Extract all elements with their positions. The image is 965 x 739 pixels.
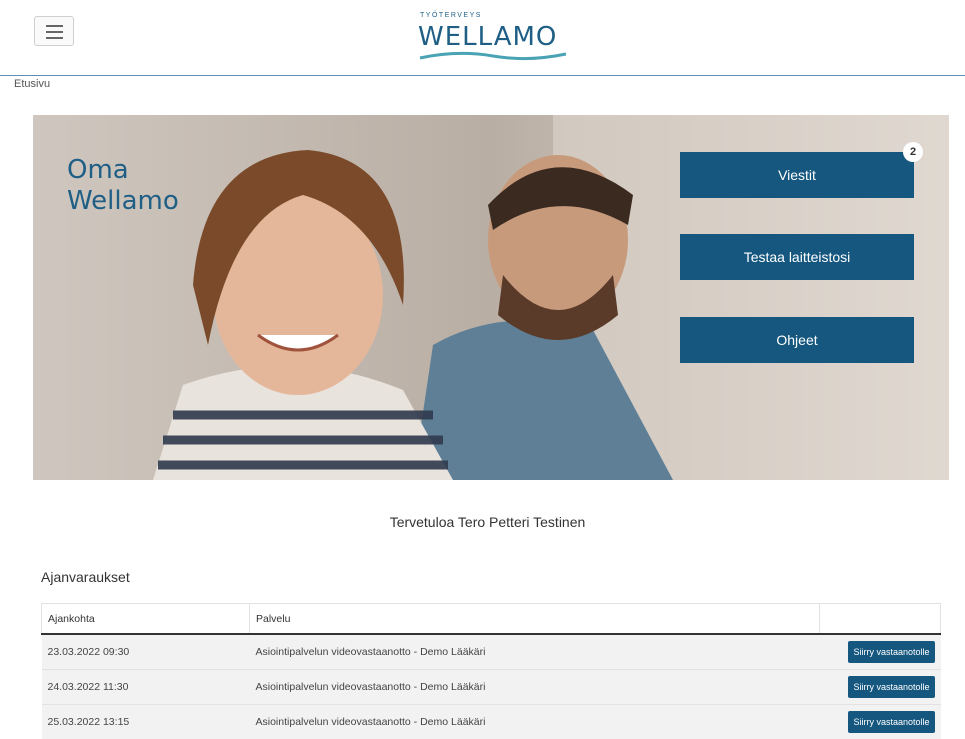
appointment-action-cell: Siirry vastaanotolle: [820, 705, 941, 739]
appointment-action-cell: Siirry vastaanotolle: [820, 670, 941, 705]
appointments-title: Ajanvaraukset: [41, 569, 130, 585]
table-row: 23.03.2022 09:30 Asiointipalvelun videov…: [42, 634, 941, 670]
table-header-row: Ajankohta Palvelu: [42, 604, 941, 635]
column-header-service: Palvelu: [250, 604, 820, 635]
hamburger-line: [46, 31, 63, 33]
messages-count-badge: 2: [903, 142, 923, 162]
hamburger-line: [46, 25, 63, 27]
instructions-button-label: Ohjeet: [776, 332, 817, 348]
appointments-table: Ajankohta Palvelu 23.03.2022 09:30 Asioi…: [41, 603, 941, 739]
hero-title: Oma Wellamo: [67, 155, 179, 217]
appointment-service: Asiointipalvelun videovastaanotto - Demo…: [250, 705, 820, 739]
join-appointment-button[interactable]: Siirry vastaanotolle: [848, 641, 934, 663]
table-row: 24.03.2022 11:30 Asiointipalvelun videov…: [42, 670, 941, 705]
join-appointment-button[interactable]: Siirry vastaanotolle: [848, 676, 934, 698]
welcome-text: Tervetuloa Tero Petteri Testinen: [0, 514, 965, 530]
site-header: TYÖTERVEYS WELLAMO: [0, 0, 965, 76]
breadcrumb[interactable]: Etusivu: [14, 78, 50, 90]
test-equipment-button[interactable]: Testaa laitteistosi: [680, 234, 914, 280]
table-row: 25.03.2022 13:15 Asiointipalvelun videov…: [42, 705, 941, 739]
appointment-action-cell: Siirry vastaanotolle: [820, 634, 941, 670]
hero-title-line: Wellamo: [67, 186, 179, 217]
messages-button-label: Viestit: [778, 167, 816, 183]
appointment-service: Asiointipalvelun videovastaanotto - Demo…: [250, 670, 820, 705]
appointment-time: 23.03.2022 09:30: [42, 634, 250, 670]
hamburger-line: [46, 37, 63, 39]
appointment-time: 24.03.2022 11:30: [42, 670, 250, 705]
hero-banner: Oma Wellamo Viestit 2 Testaa laitteistos…: [33, 115, 949, 480]
logo-wave-icon: [418, 48, 568, 68]
join-appointment-button[interactable]: Siirry vastaanotolle: [848, 711, 934, 733]
column-header-time: Ajankohta: [42, 604, 250, 635]
test-equipment-button-label: Testaa laitteistosi: [744, 249, 851, 265]
column-header-action: [820, 604, 941, 635]
wellamo-logo[interactable]: TYÖTERVEYS WELLAMO: [418, 10, 568, 62]
instructions-button[interactable]: Ohjeet: [680, 317, 914, 363]
hamburger-menu-button[interactable]: [34, 16, 74, 46]
hero-title-line: Oma: [67, 155, 179, 186]
appointment-service: Asiointipalvelun videovastaanotto - Demo…: [250, 634, 820, 670]
messages-button[interactable]: Viestit 2: [680, 152, 914, 198]
appointment-time: 25.03.2022 13:15: [42, 705, 250, 739]
logo-small-text: TYÖTERVEYS: [420, 12, 482, 19]
